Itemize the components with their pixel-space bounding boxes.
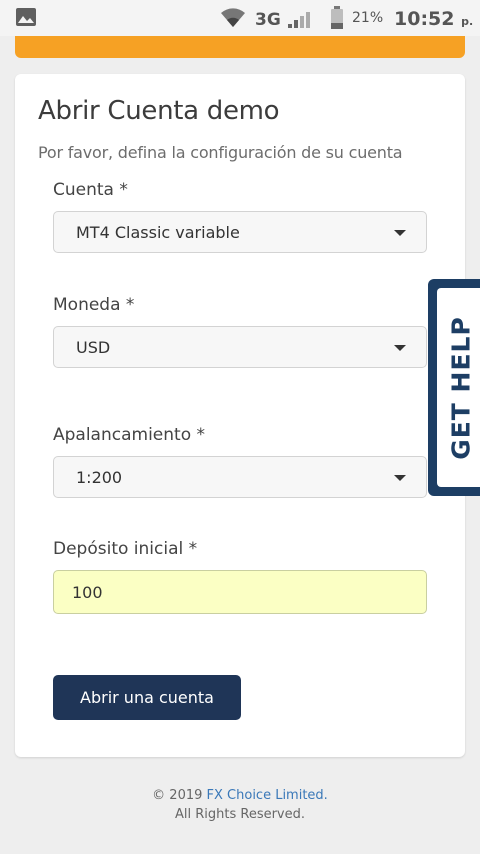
wifi-icon [220,8,246,32]
gallery-icon [15,7,37,31]
deposit-input[interactable] [53,570,427,614]
chevron-down-icon [394,345,406,351]
footer-rights: All Rights Reserved. [174,807,306,822]
get-help-tab[interactable]: GET HELP [428,279,480,496]
page-subtitle: Por favor, defina la configuración de su… [38,143,403,162]
status-bar: 3G 21% 10:52 p. m. [0,0,480,50]
orange-banner [15,36,465,58]
demo-account-card: Abrir Cuenta demo Por favor, defina la c… [15,74,465,757]
get-help-label: GET HELP [446,316,476,460]
account-select[interactable]: MT4 Classic variable [53,211,427,253]
page-title: Abrir Cuenta demo [38,96,280,126]
copyright-text: © 2019 [152,788,207,803]
leverage-label: Apalancamiento * [53,425,206,445]
company-link[interactable]: FX Choice Limited. [207,788,328,803]
network-type: 3G [255,10,281,30]
footer-copyright: © 2019 FX Choice Limited. [0,788,480,803]
chevron-down-icon [394,475,406,481]
get-help-inner: GET HELP [437,288,480,487]
signal-icon [287,8,315,32]
deposit-label: Depósito inicial * [53,539,198,559]
battery-icon [330,6,344,34]
battery-percent: 21% [352,10,384,26]
currency-select-value: USD [76,338,111,357]
account-select-value: MT4 Classic variable [76,223,240,242]
leverage-select-value: 1:200 [76,468,123,487]
leverage-select[interactable]: 1:200 [53,456,427,498]
chevron-down-icon [394,230,406,236]
currency-label: Moneda * [53,295,135,315]
clock-time: 10:52 [394,8,455,30]
currency-select[interactable]: USD [53,326,427,368]
account-label: Cuenta * [53,180,128,200]
open-account-button[interactable]: Abrir una cuenta [53,675,241,720]
